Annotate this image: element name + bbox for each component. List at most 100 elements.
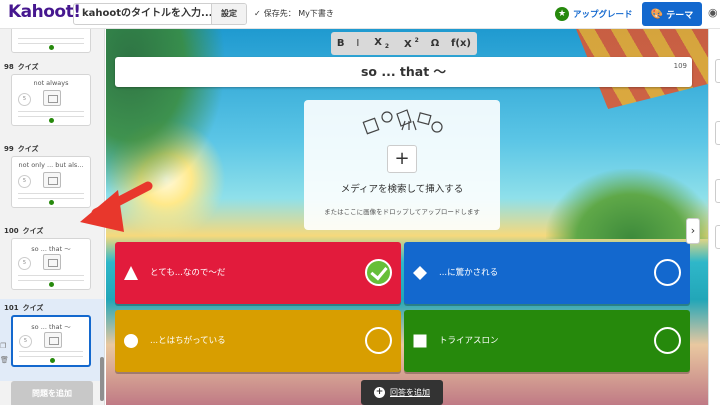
background-palm [106,29,226,199]
save-status-label: 保存先： My下書き [263,9,334,18]
thumbnail-image-icon [44,332,62,348]
thumbnail-timer: 5 [18,93,31,106]
panel-button[interactable] [715,59,720,83]
upgrade-label: アップグレード [573,10,633,20]
slide-type: クイズ [22,304,44,312]
slide-item[interactable]: 100 クイズ so ... that 〜 5 [0,222,104,304]
thumbnail-answer-lines [18,193,84,199]
thumbnail-title: not only ... but als... [18,161,84,169]
answer-text[interactable]: ...に驚かされる [439,242,498,304]
thumbnail-image-icon [43,172,61,188]
theme-button[interactable]: 🎨 テーマ [642,2,702,26]
top-bar: Kahoot! kahootのタイトルを入力... 設定 ✓ 保存先： My下書き… [0,0,720,29]
slide-number: 99 [4,145,14,153]
superscript-button[interactable]: X2 [398,37,422,49]
thumbnail-answer-lines [18,111,84,117]
panel-button[interactable] [715,225,720,249]
subscript-mark: 2 [384,43,390,50]
thumbnail-answer-lines [18,38,84,44]
background-island [546,169,708,239]
slide-type: クイズ [17,63,39,71]
slide-number: 98 [4,63,14,71]
answer-text[interactable]: ...とはちがっている [150,310,226,372]
media-upload-area[interactable]: + メディアを検索して挿入する またはここに画像をドロップしてアップロードします [304,100,500,230]
kahoot-title-field[interactable]: kahootのタイトルを入力... 設定 [73,3,247,25]
thumbnail-answer-lines [19,351,83,357]
slide-item[interactable]: 98 クイズ not always 5 [0,58,104,140]
correct-answer-toggle[interactable] [365,327,392,354]
text-format-toolbar: B I X2 X2 Ω f(x) [331,32,477,55]
slide-thumbnail[interactable]: so ... that 〜 5 [11,315,91,367]
panel-button[interactable] [715,179,720,203]
thumbnail-answer-lines [18,275,84,281]
thumbnail-timer: 5 [18,257,31,270]
correct-answer-toggle[interactable] [654,259,681,286]
add-answer-button[interactable]: + 回答を追加 [361,380,443,405]
panel-button[interactable] [715,121,720,145]
thumbnail-timer: 5 [18,175,31,188]
chevron-right-icon[interactable]: › [686,218,700,244]
thumbnail-correct-dot [49,200,54,205]
slide-header: 99 クイズ [4,144,39,154]
check-icon: ✓ [254,9,261,18]
add-answer-label: 回答を追加 [390,388,430,397]
media-search-label: メディアを検索して挿入する [340,184,464,195]
thumbnail-title: not always [33,79,69,87]
media-drop-hint: またはここに画像をドロップしてアップロードします [324,208,480,216]
thumbnail-correct-dot [49,45,54,50]
correct-answer-toggle[interactable] [654,327,681,354]
square-icon [413,334,427,348]
delete-icon[interactable]: 🗑 [0,353,9,367]
kahoot-title-text[interactable]: kahootのタイトルを入力... [74,4,211,24]
slide-item-active[interactable]: 101 クイズ ❐ 🗑 so ... that 〜 5 [0,299,104,381]
answer-option-2[interactable]: ...に驚かされる [404,242,690,304]
save-status: ✓ 保存先： My下書き [254,8,334,19]
circle-icon [124,334,138,348]
slide-header: 101 クイズ [4,303,43,313]
sidebar-scrollbar[interactable] [100,357,104,401]
media-illustration-icon [362,109,443,135]
answer-text[interactable]: トライアスロン [439,310,499,372]
superscript-base: X [403,38,412,50]
question-input[interactable]: so ... that 〜 109 [115,57,692,87]
slide-header: 100 クイズ [4,226,43,236]
slide-thumbnail[interactable]: not always 5 [11,74,91,126]
answer-option-3[interactable]: ...とはちがっている [115,310,401,372]
thumbnail-correct-dot [49,118,54,123]
thumbnail-correct-dot [49,282,54,287]
subscript-button[interactable]: X2 [368,37,392,50]
add-media-button[interactable]: + [387,145,417,173]
add-question-button[interactable]: 問題を追加 [11,381,93,405]
slide-type: クイズ [17,145,39,153]
special-char-button[interactable]: Ω [428,38,443,49]
slide-sidebar: 98 クイズ not always 5 99 クイズ not only ... bu… [0,29,105,405]
slide-thumbnail[interactable]: so ... that 〜 5 [11,238,91,290]
superscript-mark: 2 [414,37,419,45]
answer-option-1[interactable]: とても...なので〜だ [115,242,401,304]
answer-text[interactable]: とても...なので〜だ [150,242,225,304]
palette-icon: 🎨 [650,8,664,20]
slide-actions: ❐ 🗑 [0,339,9,367]
duplicate-icon[interactable]: ❐ [0,339,9,353]
slide-item[interactable]: 99 クイズ not only ... but als... 5 [0,140,104,222]
question-text[interactable]: so ... that 〜 [361,64,446,79]
question-canvas: B I X2 X2 Ω f(x) so ... that 〜 109 + メディ… [106,29,708,405]
slide-type: クイズ [22,227,44,235]
settings-button[interactable]: 設定 [211,4,246,24]
slide-header: 98 クイズ [4,62,39,72]
upgrade-button[interactable]: ★ アップグレード [555,7,633,21]
thumbnail-image-icon [43,254,61,270]
correct-answer-toggle[interactable] [365,259,392,286]
answer-option-4[interactable]: トライアスロン [404,310,690,372]
thumbnail-image-icon [43,90,61,106]
thumbnail-title: so ... that 〜 [31,245,71,253]
slide-thumbnail[interactable] [11,29,91,53]
slide-number: 101 [4,304,19,312]
kahoot-logo[interactable]: Kahoot! [8,2,81,22]
italic-button[interactable]: I [353,38,362,49]
equation-button[interactable]: f(x) [448,38,474,49]
settings-panel-collapsed [708,29,720,405]
slide-thumbnail[interactable]: not only ... but als... 5 [11,156,91,208]
bold-button[interactable]: B [334,38,348,49]
preview-eye-icon[interactable]: ◉ [708,6,718,19]
